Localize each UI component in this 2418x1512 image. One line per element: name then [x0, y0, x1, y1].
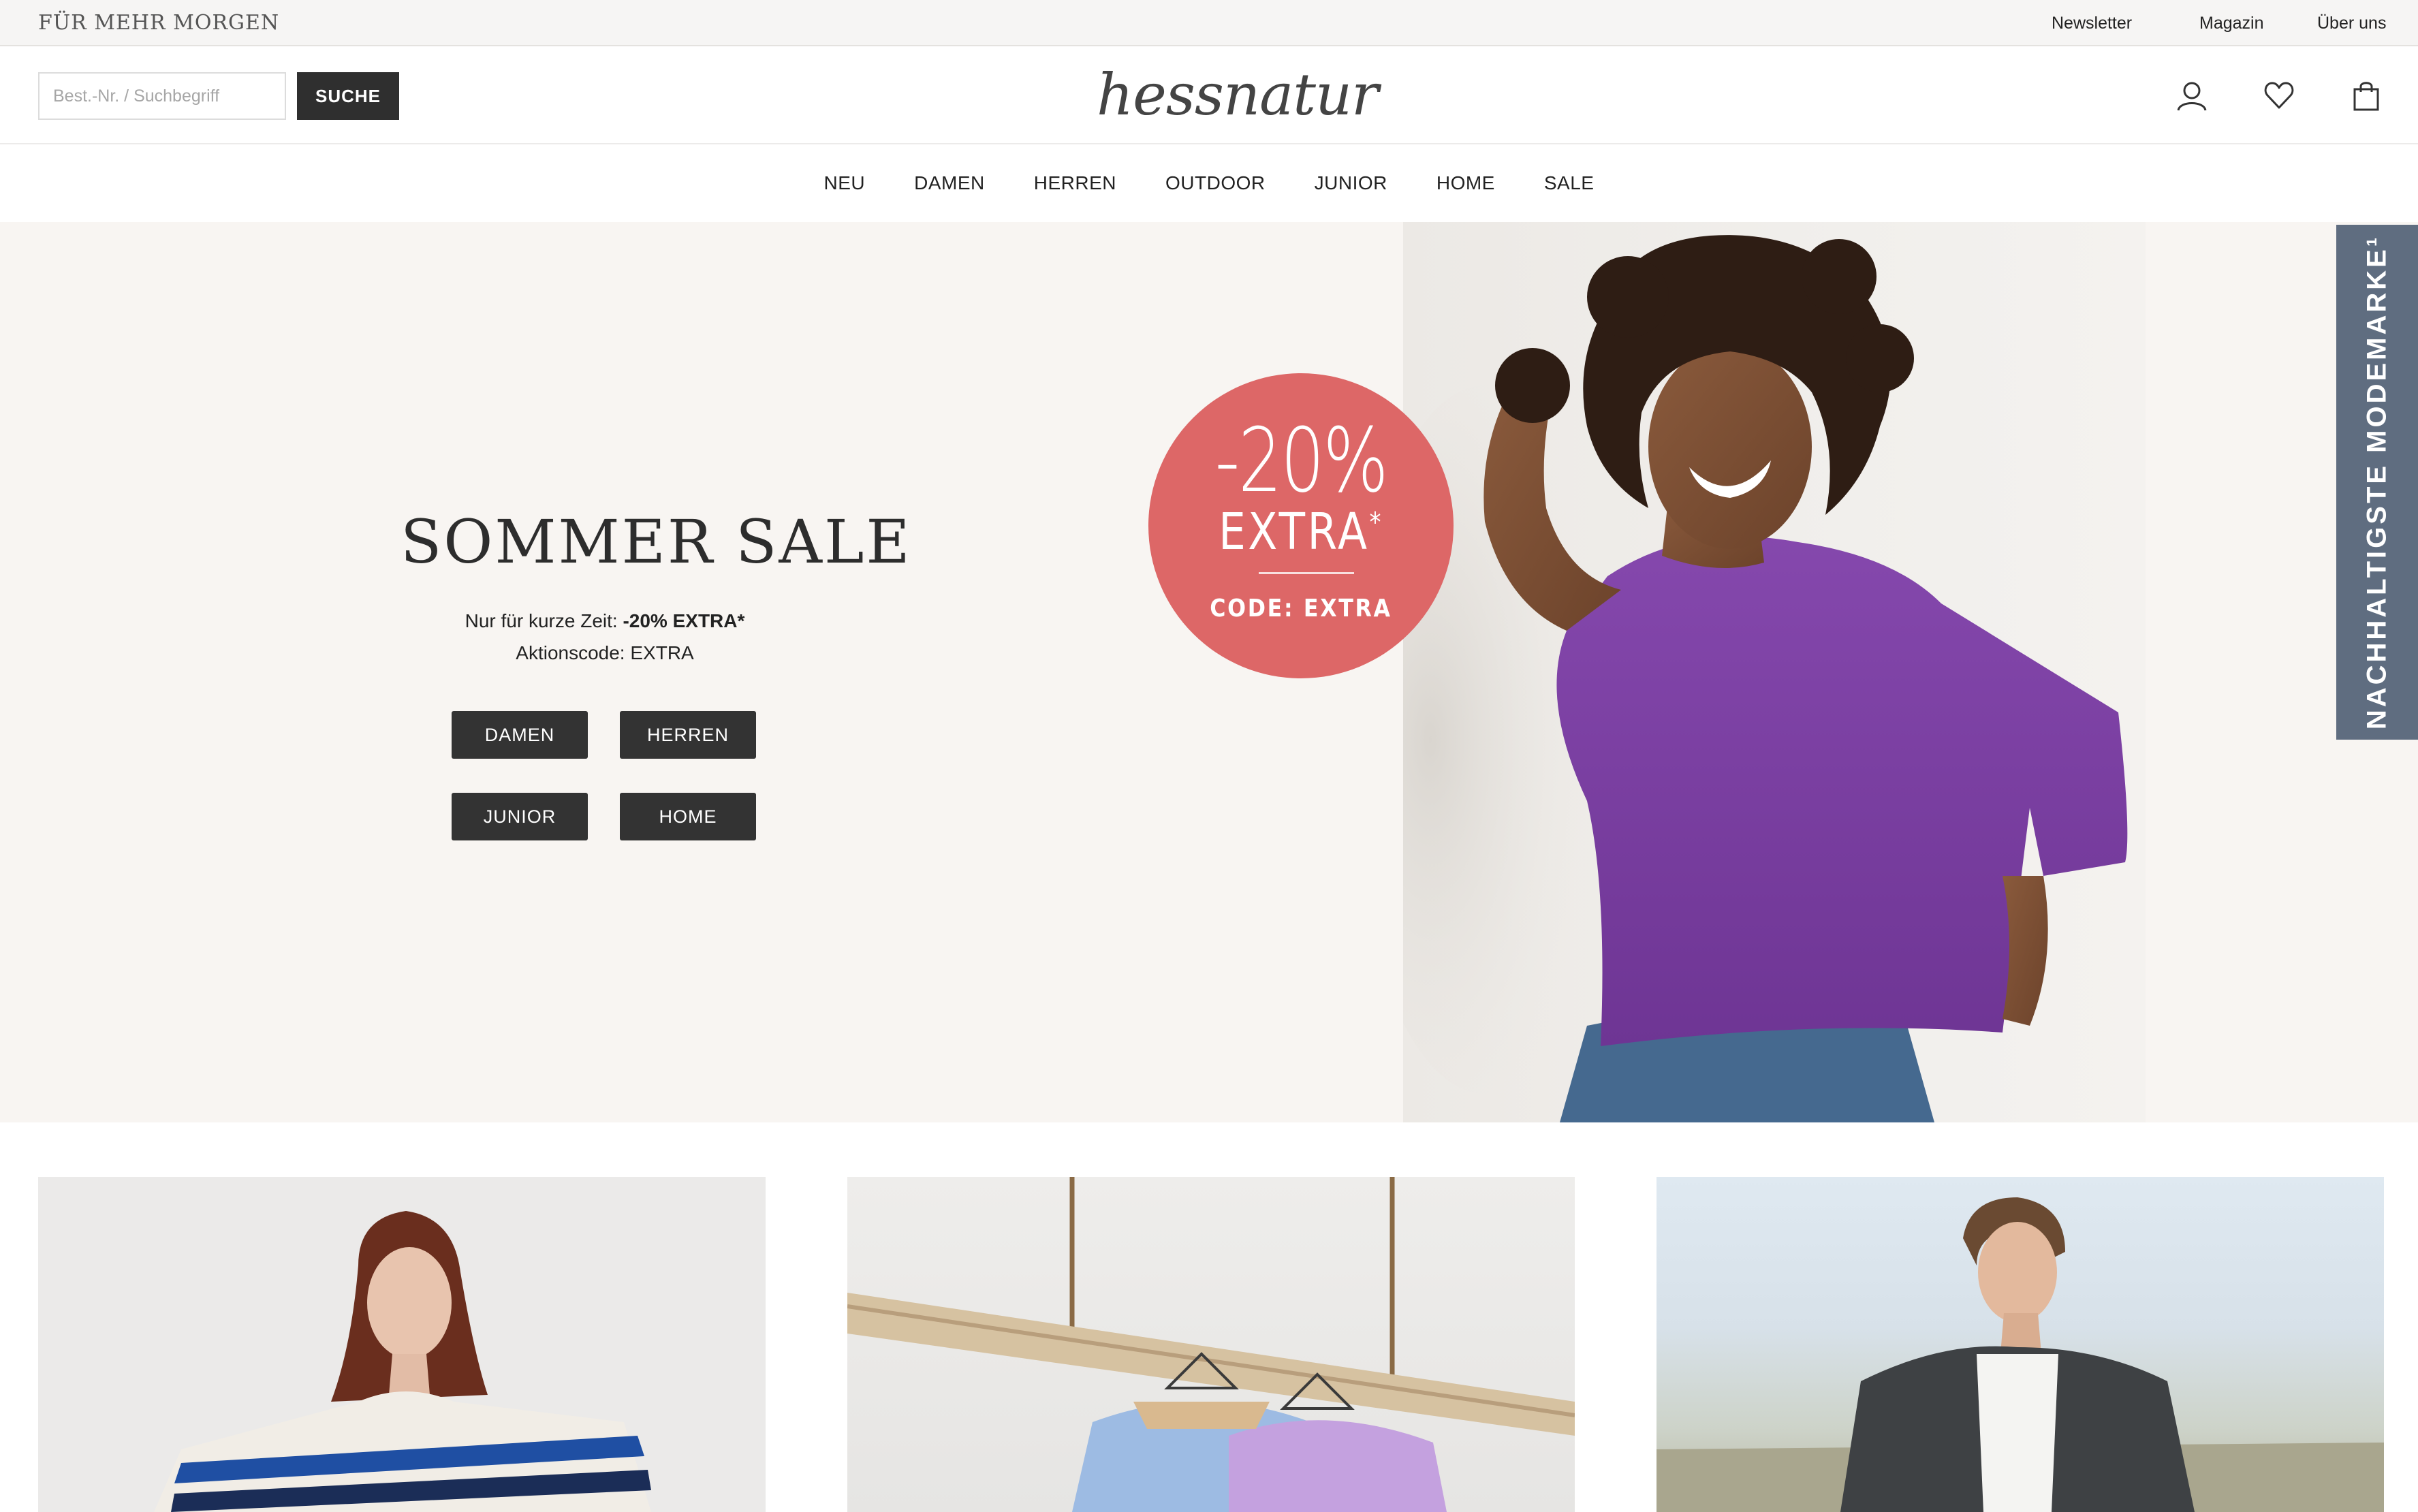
nav-item-junior[interactable]: JUNIOR [1315, 172, 1387, 194]
hero-button-junior[interactable]: JUNIOR [452, 793, 588, 840]
nav-item-home[interactable]: HOME [1436, 172, 1495, 194]
hero-button-home[interactable]: HOME [620, 793, 756, 840]
main-nav: NEU DAMEN HERREN OUTDOOR JUNIOR HOME SAL… [0, 144, 2418, 222]
badge-extra-mark: * [1369, 507, 1383, 539]
hero-button-damen[interactable]: DAMEN [452, 711, 588, 759]
nav-item-outdoor[interactable]: OUTDOOR [1165, 172, 1266, 194]
brand-claim: FÜR MEHR MORGEN [38, 11, 280, 35]
hero-title: SOMMER SALE [401, 507, 912, 577]
badge-percent: -20% [1214, 409, 1389, 512]
teaser-tile-sweaters[interactable] [847, 1177, 1575, 1512]
search-input[interactable] [38, 72, 286, 120]
badge-extra-text: EXTRA [1219, 503, 1370, 561]
discount-badge: -20% EXTRA* CODE: EXTRA [1148, 373, 1454, 678]
site-header: SUCHE hessnatur [0, 46, 2418, 144]
top-bar: FÜR MEHR MORGEN Newsletter Magazin Über … [0, 0, 2418, 46]
hessnatur-logo[interactable]: hessnatur [1097, 61, 1379, 128]
teaser-tile-women[interactable] [38, 1177, 766, 1512]
hero-subtitle-text: Nur für kurze Zeit: [465, 610, 623, 631]
search-button[interactable]: SUCHE [297, 72, 399, 120]
newsletter-link[interactable]: Newsletter [2052, 14, 2132, 33]
hero-code-line: Aktionscode: EXTRA [516, 642, 694, 663]
nav-item-neu[interactable]: NEU [824, 172, 866, 194]
sustainability-side-tab[interactable]: NACHHALTIGSTE MODEMARKE¹ [2336, 225, 2418, 740]
magazin-link[interactable]: Magazin [2199, 14, 2264, 33]
nav-item-damen[interactable]: DAMEN [914, 172, 985, 194]
hero-subtitle: Nur für kurze Zeit: -20% EXTRA* [399, 610, 811, 632]
ueber-uns-link[interactable]: Über uns [2317, 14, 2386, 33]
teaser-tile-men[interactable] [1657, 1177, 2384, 1512]
badge-extra: EXTRA* [1172, 503, 1431, 561]
nav-item-sale[interactable]: SALE [1544, 172, 1595, 194]
hero-photo [1349, 222, 2146, 1122]
hero-subtitle-highlight: -20% EXTRA* [623, 610, 745, 631]
nav-item-herren[interactable]: HERREN [1034, 172, 1116, 194]
user-icon[interactable] [2176, 79, 2208, 112]
badge-code: CODE: EXTRA [1210, 595, 1392, 623]
bag-icon[interactable] [2350, 79, 2383, 112]
heart-icon[interactable] [2263, 79, 2295, 112]
hero-button-herren[interactable]: HERREN [620, 711, 756, 759]
badge-divider [1259, 572, 1354, 574]
hero-banner[interactable]: SOMMER SALE Nur für kurze Zeit: -20% EXT… [0, 222, 2418, 1122]
side-tab-label: NACHHALTIGSTE MODEMARKE¹ [2361, 234, 2392, 730]
